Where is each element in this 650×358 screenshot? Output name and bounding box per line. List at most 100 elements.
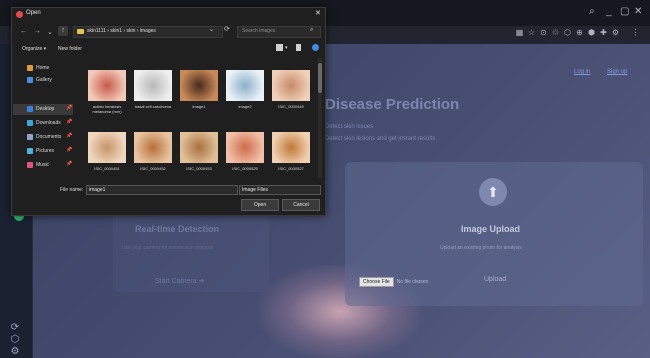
file-type-select[interactable]: Image Files (239, 185, 321, 195)
preview-pane-icon[interactable] (296, 44, 301, 51)
login-link[interactable]: Log in (574, 69, 590, 75)
view-dropdown-icon[interactable]: ▾ (285, 45, 288, 51)
cancel-button[interactable]: Cancel (282, 199, 320, 211)
nav-item-downloads[interactable]: Downloads 📌 (13, 118, 73, 129)
resize-grip-icon[interactable]: ⋰ (317, 208, 322, 214)
file-item[interactable]: ISIC_0000451 (86, 132, 128, 184)
file-name: ISIC_0000449 (278, 104, 304, 109)
search-input[interactable]: Search images ⌕ (237, 26, 321, 38)
file-name: ISIC_0000527 (278, 166, 304, 171)
file-item[interactable]: image1 (178, 70, 220, 122)
file-item[interactable]: image2 (224, 70, 266, 122)
pin-icon: 📌 (66, 105, 73, 111)
nav-item-label: Pictures (36, 148, 55, 154)
nav-item-label: Desktop (36, 106, 55, 112)
forward-arrow-icon[interactable]: → (34, 28, 41, 35)
start-camera-button[interactable]: Start Camera ➔ (155, 277, 204, 285)
dialog-title: Open (26, 10, 41, 16)
minimize-icon[interactable]: _ (606, 6, 612, 17)
image-thumbnail (272, 132, 310, 163)
image-thumbnail (180, 70, 218, 101)
new-folder-button[interactable]: New folder (58, 46, 82, 52)
sidebar-gear-icon[interactable]: ⚙ (9, 346, 21, 358)
open-button[interactable]: Open (241, 199, 279, 211)
nav-item-label: Downloads (36, 120, 61, 126)
maximize-icon[interactable]: ▢ (620, 6, 629, 17)
file-name: actinic keratosis melanoma (mm) (92, 104, 122, 114)
upload-icon: ⬆ (479, 178, 507, 206)
back-arrow-icon[interactable]: ← (20, 28, 27, 35)
file-item[interactable]: ISIC_0000452 (132, 132, 174, 184)
file-item[interactable]: ISIC_0000527 (270, 132, 312, 184)
file-item[interactable]: ISIC_0000449 (270, 70, 312, 122)
pin-icon: 📌 (66, 133, 73, 139)
refresh-icon[interactable]: ⟳ (224, 25, 230, 33)
file-item[interactable]: actinic keratosis melanoma (mm) (86, 70, 128, 122)
search-icon[interactable]: ⌕ (589, 6, 595, 17)
document-icon (27, 134, 33, 140)
sidebar-refresh-icon[interactable]: ⟳ (9, 322, 21, 334)
file-name-input[interactable]: image1 (86, 185, 238, 195)
choose-file-button[interactable]: Choose File (359, 277, 394, 287)
nav-item-label: Music (36, 162, 50, 168)
star-icon[interactable]: ☆ (527, 28, 536, 37)
file-item[interactable]: basal cell carcinoma (132, 70, 174, 122)
toolbar-icon[interactable]: ⬢ (587, 28, 596, 37)
view-icon[interactable] (276, 44, 283, 51)
toolbar-icon[interactable]: ⊕ (575, 28, 584, 37)
file-name: ISIC_0000452 (140, 166, 166, 171)
realtime-description: Use your camera for instant skin analysi… (122, 245, 214, 251)
close-icon[interactable]: ✕ (634, 6, 642, 17)
breadcrumb[interactable]: skin1111 › skin1 › skin › images (87, 28, 156, 34)
nav-item-gallery[interactable]: Gallery (13, 75, 73, 86)
dialog-close-icon[interactable]: ✕ (315, 9, 321, 17)
menu-icon[interactable]: ⋮ (631, 28, 640, 37)
app-logo-icon (16, 11, 23, 18)
address-bar[interactable]: skin1111 › skin1 › skin › images (73, 26, 223, 38)
gallery-icon (27, 77, 33, 83)
search-icon[interactable]: ⌕ (310, 27, 313, 34)
page-description: Detect skin lesions and get instant resu… (325, 136, 436, 142)
upload-description: Upload an existing photo for analysis (440, 245, 522, 251)
nav-item-documents[interactable]: Documents 📌 (13, 132, 73, 143)
image-thumbnail (134, 70, 172, 101)
search-placeholder: Search images (242, 28, 276, 34)
help-icon[interactable] (312, 44, 319, 51)
open-file-dialog: Open ✕ ← → ⌄ ↑ skin1111 › skin1 › skin ›… (11, 7, 326, 216)
scrollbar-thumb[interactable] (318, 63, 322, 93)
upload-button[interactable]: Upload (484, 276, 506, 283)
image-thumbnail (226, 70, 264, 101)
organize-button[interactable]: Organize ▾ (22, 46, 46, 52)
image-thumbnail (88, 70, 126, 101)
file-name: ISIC_0000525 (232, 166, 258, 171)
realtime-title: Real-time Detection (135, 224, 220, 234)
page-title: Disease Prediction (325, 96, 460, 113)
no-file-label: No file chosen (396, 279, 429, 285)
desktop-icon (27, 106, 33, 112)
home-icon (27, 65, 33, 71)
sidebar-hex-icon[interactable]: ⬡ (9, 334, 21, 346)
folder-icon (77, 29, 84, 34)
nav-item-label: Gallery (36, 77, 52, 83)
toolbar-icon[interactable]: ▦ (515, 28, 524, 37)
address-dropdown-icon[interactable]: ⌄ (209, 26, 214, 33)
image-thumbnail (272, 70, 310, 101)
toolbar-icon[interactable]: ♲ (551, 28, 560, 37)
pin-icon: 📌 (66, 147, 73, 153)
up-folder-button[interactable]: ↑ (58, 26, 68, 36)
nav-item-home[interactable]: Home (13, 63, 73, 74)
upload-title: Image Upload (461, 224, 521, 234)
toolbar-icon[interactable]: ✚ (599, 28, 608, 37)
toolbar-icon[interactable]: ⬡ (563, 28, 572, 37)
toolbar-icon[interactable]: ⊙ (539, 28, 548, 37)
file-name: image2 (238, 104, 252, 109)
nav-item-pictures[interactable]: Pictures 📌 (13, 146, 73, 157)
nav-item-desktop[interactable]: Desktop 📌 (13, 104, 73, 115)
recent-dropdown-icon[interactable]: ⌄ (47, 28, 53, 36)
nav-item-music[interactable]: Music 📌 (13, 160, 73, 171)
signup-link[interactable]: Sign up (607, 69, 627, 75)
file-name: ISIC_0000451 (94, 166, 120, 171)
gear-icon[interactable]: ⚙ (611, 28, 620, 37)
file-item[interactable]: ISIC_0000525 (224, 132, 266, 184)
file-item[interactable]: ISIC_0000453 (178, 132, 220, 184)
